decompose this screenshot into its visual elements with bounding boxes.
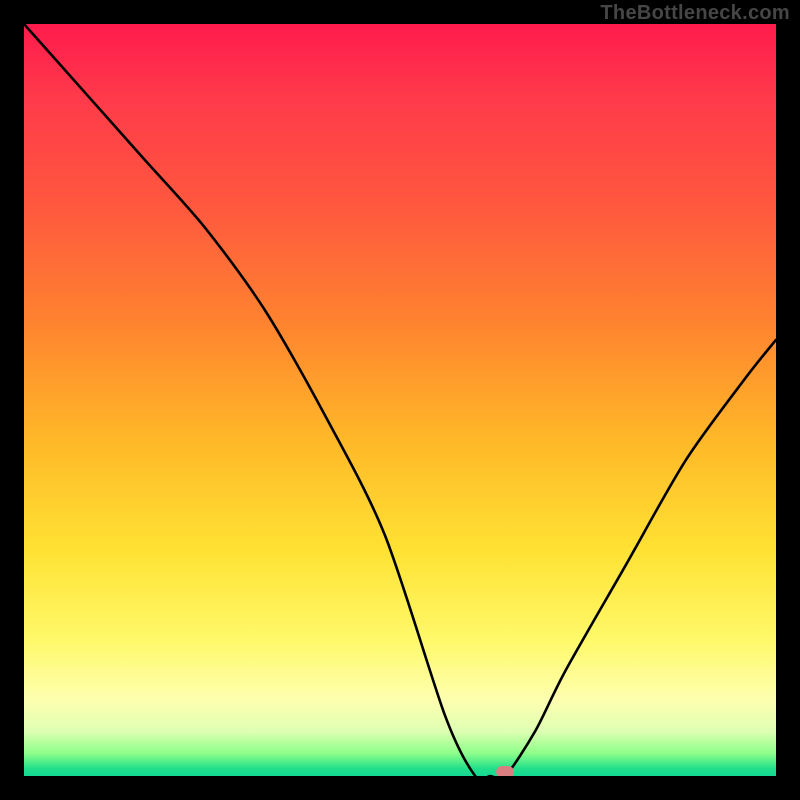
optimal-point-marker (496, 766, 514, 776)
plot-area (24, 24, 776, 776)
chart-frame: TheBottleneck.com (0, 0, 800, 800)
bottleneck-curve (24, 24, 776, 776)
watermark-text: TheBottleneck.com (600, 2, 790, 25)
